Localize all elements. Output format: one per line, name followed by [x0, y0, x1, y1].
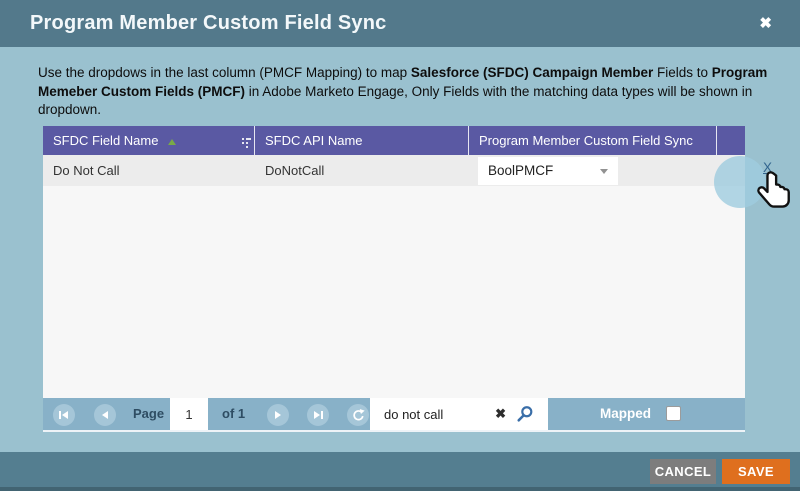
mapped-checkbox[interactable]: [666, 406, 681, 421]
clear-search-icon[interactable]: ✖: [495, 398, 506, 430]
refresh-icon: [353, 409, 365, 421]
column-header-sfdc-api-name[interactable]: SFDC API Name: [255, 126, 469, 155]
search-icon[interactable]: [516, 405, 534, 428]
next-page-button[interactable]: [267, 404, 289, 426]
cell-sfdc-field-name: Do Not Call: [53, 163, 120, 178]
search-box: ✖: [370, 398, 548, 430]
search-input[interactable]: [370, 398, 490, 430]
sort-ascending-icon: [168, 139, 177, 145]
program-member-custom-field-sync-dialog: Program Member Custom Field Sync ✖ Use t…: [0, 0, 800, 491]
dropdown-selected-value: BoolPMCF: [488, 163, 554, 178]
instruction-part: Use the dropdows in the last column (PMC…: [38, 65, 411, 80]
page-count-label: of 1: [222, 406, 246, 421]
refresh-button[interactable]: [347, 404, 369, 426]
hand-cursor-icon: [757, 171, 790, 208]
instruction-part: Fields to: [653, 65, 712, 80]
cell-sfdc-api-name: DoNotCall: [265, 163, 325, 178]
close-icon[interactable]: ✖: [759, 0, 772, 47]
table-empty-area: [43, 186, 745, 398]
column-header-label: SFDC Field Name: [53, 133, 159, 148]
first-page-icon: [59, 411, 68, 419]
pagination-toolbar: Page of 1 ✖: [43, 398, 745, 432]
column-header-sfdc-field-name[interactable]: SFDC Field Name: [43, 126, 255, 155]
page-label: Page: [133, 406, 165, 421]
next-page-icon: [275, 411, 281, 419]
cell-remove-action: X: [714, 155, 790, 208]
column-header-pmcf-sync[interactable]: Program Member Custom Field Sync: [469, 126, 717, 155]
first-page-button[interactable]: [53, 404, 75, 426]
pmcf-mapping-dropdown[interactable]: BoolPMCF: [478, 156, 618, 185]
cancel-button[interactable]: CANCEL: [650, 459, 716, 484]
dialog-footer: CANCEL SAVE: [0, 452, 800, 487]
dialog-bottom-border: [0, 487, 800, 491]
table-header-row: SFDC Field Name SFDC API Name Program Me…: [43, 126, 745, 155]
cell-pmcf-mapping: BoolPMCF: [469, 156, 717, 185]
column-menu-icon[interactable]: [242, 130, 251, 148]
last-page-icon: [314, 411, 323, 419]
field-mapping-table: SFDC Field Name SFDC API Name Program Me…: [43, 126, 790, 398]
dialog-titlebar: Program Member Custom Field Sync ✖: [0, 0, 800, 47]
last-page-button[interactable]: [307, 404, 329, 426]
previous-page-button[interactable]: [94, 404, 116, 426]
table-row[interactable]: Do Not Call DoNotCall BoolPMCF X: [43, 155, 790, 208]
chevron-down-icon: [600, 168, 608, 174]
instruction-text: Use the dropdows in the last column (PMC…: [38, 64, 768, 120]
page-number-input[interactable]: [170, 398, 208, 430]
dialog-title: Program Member Custom Field Sync: [30, 12, 387, 34]
mapped-filter-label: Mapped: [600, 406, 652, 421]
previous-page-icon: [102, 411, 108, 419]
column-header-actions: [717, 126, 745, 155]
save-button[interactable]: SAVE: [722, 459, 790, 484]
instruction-bold-sfdc: Salesforce (SFDC) Campaign Member: [410, 65, 654, 80]
